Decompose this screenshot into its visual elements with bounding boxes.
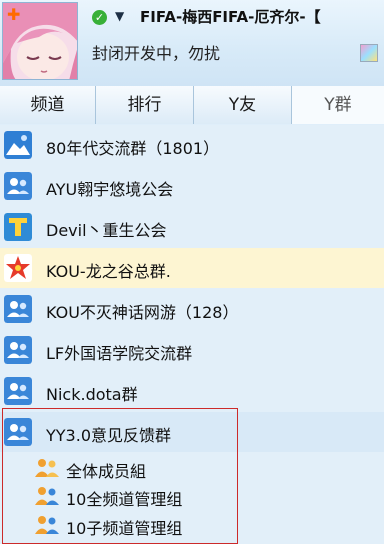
list-item[interactable]: AYU翱宇悠境公会: [0, 166, 384, 206]
group-name: YY3.0意见反馈群: [46, 426, 171, 445]
group-name: 80年代交流群（1801）: [46, 139, 220, 158]
admins-group-icon: [35, 516, 59, 534]
group-name: LF外国语学院交流群: [46, 344, 193, 363]
people-icon: [4, 336, 32, 364]
tab-ranking[interactable]: 排行: [96, 86, 194, 124]
star-group-icon: [4, 254, 32, 282]
profile-header: ✚ ✓ ▼ FIFA-梅西FIFA-厄齐尔-【 封闭开发中，勿扰: [0, 0, 384, 86]
guild-icon: [4, 213, 32, 241]
add-plus-icon[interactable]: ✚: [7, 6, 29, 24]
group-name: AYU翱宇悠境公会: [46, 180, 174, 199]
status-dropdown-caret-icon[interactable]: ▼: [115, 9, 124, 23]
list-item[interactable]: Nick.dota群: [0, 371, 384, 411]
list-item[interactable]: KOU不灭神话网游（128）: [0, 289, 384, 329]
people-icon: [4, 172, 32, 200]
subgroup-item[interactable]: 10子频道管理组: [30, 511, 250, 539]
people-icon: [4, 295, 32, 323]
subgroup-name: 全体成员組: [66, 462, 147, 481]
signature-text[interactable]: 封闭开发中，勿扰: [92, 40, 220, 64]
list-item-selected[interactable]: YY3.0意见反馈群: [0, 412, 384, 452]
people-icon: [4, 377, 32, 405]
nickname: FIFA-梅西FIFA-厄齐尔-【: [140, 8, 321, 26]
subgroup-item[interactable]: 全体成员組: [30, 454, 250, 482]
list-item[interactable]: 80年代交流群（1801）: [0, 125, 384, 165]
group-icon-blue: [4, 131, 32, 159]
admins-group-icon: [35, 487, 59, 505]
tab-channel[interactable]: 频道: [0, 86, 96, 124]
subgroup-name: 10子频道管理组: [66, 519, 183, 538]
list-item[interactable]: Devil丶重生公会: [0, 207, 384, 247]
subgroup-name: 10全频道管理组: [66, 490, 183, 509]
tab-ygroups[interactable]: Y群: [292, 86, 384, 124]
list-item[interactable]: LF外国语学院交流群: [0, 330, 384, 370]
group-name: KOU-龙之谷总群.: [46, 262, 171, 281]
skin-app-icon[interactable]: [360, 44, 378, 62]
people-icon: [4, 418, 32, 446]
avatar[interactable]: ✚: [2, 2, 78, 80]
main-tabs: 频道 排行 Y友 Y群: [0, 86, 384, 124]
online-check-icon[interactable]: ✓: [92, 10, 107, 25]
tab-yfriends[interactable]: Y友: [194, 86, 292, 124]
group-name: Nick.dota群: [46, 385, 138, 404]
subgroup-item[interactable]: 10全频道管理组: [30, 482, 250, 510]
group-list: 80年代交流群（1801） AYU翱宇悠境公会 Devil丶重生公会 KOU-龙…: [0, 125, 384, 544]
members-group-icon: [35, 459, 59, 477]
list-item[interactable]: KOU-龙之谷总群.: [0, 248, 384, 288]
group-name: Devil丶重生公会: [46, 221, 167, 240]
group-name: KOU不灭神话网游（128）: [46, 303, 239, 322]
